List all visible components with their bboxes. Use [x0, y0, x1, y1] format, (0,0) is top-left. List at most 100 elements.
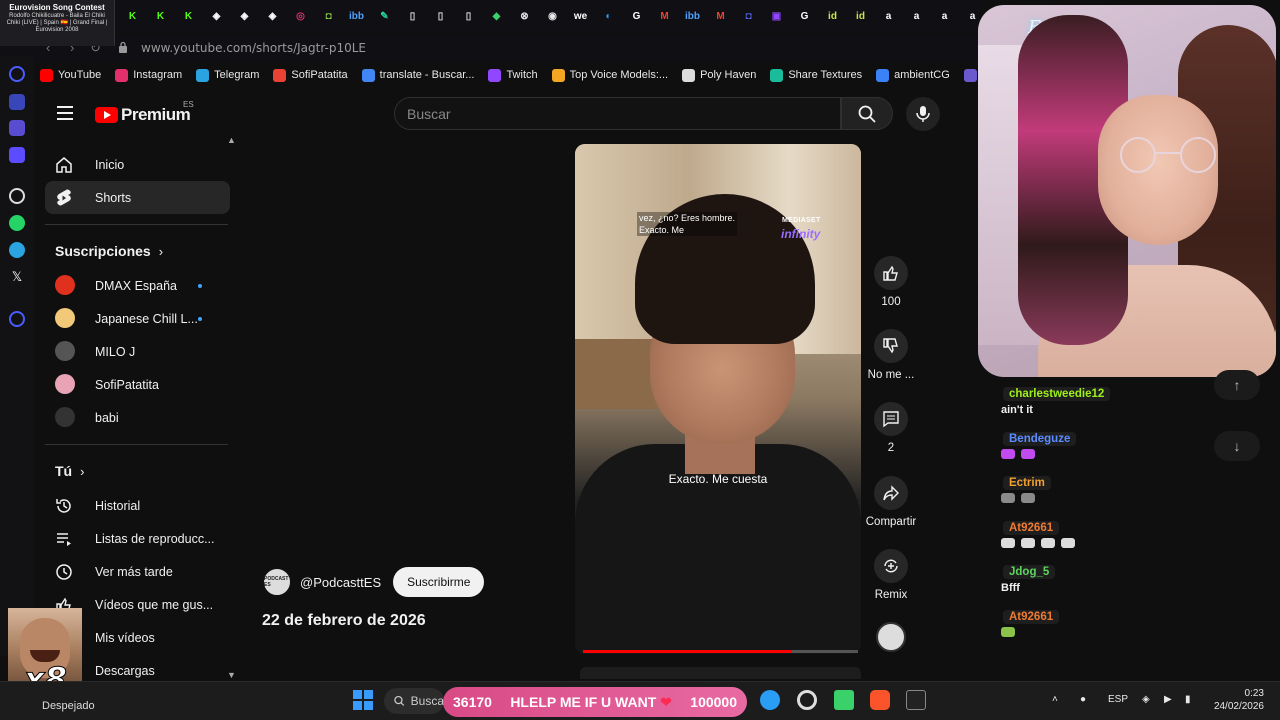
discord-icon[interactable]: ◘: [738, 6, 759, 26]
doc-icon[interactable]: ▯: [458, 6, 479, 26]
id-icon[interactable]: id: [850, 6, 871, 26]
sound-thumbnail[interactable]: [876, 622, 906, 652]
subscription-item[interactable]: SofiPatatita: [45, 368, 230, 401]
share-button[interactable]: [874, 476, 908, 510]
like-button[interactable]: [874, 256, 908, 290]
next-short-preview[interactable]: [580, 667, 861, 679]
x-icon[interactable]: 𝕏: [9, 269, 25, 285]
overwatch-icon[interactable]: ⊗: [514, 6, 535, 26]
taskbar-app-brave-icon[interactable]: [870, 690, 890, 710]
subscription-item[interactable]: Japanese Chill L...: [45, 302, 230, 335]
chatgpt-icon[interactable]: [9, 188, 25, 204]
bookmark-item[interactable]: Top Voice Models:...: [551, 68, 668, 82]
volume-icon[interactable]: ▶: [1164, 694, 1172, 705]
taskbar-app-epic-icon[interactable]: [906, 690, 926, 710]
gmail-icon[interactable]: M: [710, 6, 731, 26]
youtube-logo[interactable]: Premium: [95, 105, 191, 125]
gem-icon[interactable]: ◆: [486, 6, 507, 26]
opera-icon[interactable]: ◉: [542, 6, 563, 26]
taskbar-app-globe-icon[interactable]: [760, 690, 780, 710]
we-icon[interactable]: we: [570, 6, 591, 26]
sidebar-item-inicio[interactable]: Inicio: [45, 148, 230, 181]
weather-widget[interactable]: Despejado: [42, 700, 95, 712]
kick-icon[interactable]: K: [178, 6, 199, 26]
subscriptions-heading[interactable]: Suscripciones ›: [45, 233, 230, 269]
unity-icon[interactable]: ◈: [234, 6, 255, 26]
bookmark-item[interactable]: Poly Haven: [682, 68, 756, 82]
chat-username[interactable]: At92661: [1003, 520, 1060, 535]
taskbar-app-gem-icon[interactable]: [834, 690, 854, 710]
chat-username[interactable]: charlestweedie12: [1003, 387, 1111, 401]
short-video-player[interactable]: vez, ¿no? Eres hombre. Exacto. Me MEDIAS…: [575, 144, 861, 654]
sidebar-item-history[interactable]: Historial: [45, 489, 230, 522]
sidebar-item-clock[interactable]: Ver más tarde: [45, 555, 230, 588]
unity-icon[interactable]: ◈: [262, 6, 283, 26]
doc-icon[interactable]: ▯: [430, 6, 451, 26]
stripes-dock-icon[interactable]: [9, 120, 25, 136]
unity-icon[interactable]: ◈: [206, 6, 227, 26]
m-dock-icon[interactable]: [9, 147, 25, 163]
bookmark-item[interactable]: YouTube: [40, 68, 101, 82]
voice-search-button[interactable]: [906, 97, 940, 131]
amazon-icon[interactable]: a: [934, 6, 955, 26]
id-icon[interactable]: id: [822, 6, 843, 26]
url-field[interactable]: www.youtube.com/shorts/Jagtr-p10LE: [141, 41, 366, 55]
globe-icon[interactable]: ◐: [598, 6, 619, 26]
sound-action[interactable]: [862, 622, 920, 652]
chat-username[interactable]: Jdog_5: [1003, 565, 1056, 579]
doc-icon[interactable]: ▯: [402, 6, 423, 26]
clock-dock-icon[interactable]: [9, 311, 25, 327]
ibb-icon[interactable]: ibb: [682, 6, 703, 26]
taskbar-app-obs-icon[interactable]: [797, 690, 817, 710]
remix-action[interactable]: Remix: [862, 549, 920, 601]
taskbar-clock[interactable]: 0:23 24/02/2026: [1212, 687, 1264, 713]
chat-username[interactable]: Ectrim: [1003, 476, 1051, 490]
whatsapp-icon[interactable]: [9, 215, 25, 231]
sidebar-scroll-down-icon[interactable]: ▼: [227, 670, 236, 680]
edit-icon[interactable]: ✎: [374, 6, 395, 26]
google-icon[interactable]: G: [794, 6, 815, 26]
sidebar-item-playlist[interactable]: Listas de reproducc...: [45, 522, 230, 555]
menu-icon[interactable]: [57, 106, 73, 120]
tray-language[interactable]: ESP: [1108, 694, 1128, 705]
kick-icon[interactable]: K: [150, 6, 171, 26]
discord-icon[interactable]: ◘: [318, 6, 339, 26]
search-button[interactable]: [841, 97, 893, 130]
wifi-icon[interactable]: ◈: [1142, 694, 1150, 705]
telegram-icon[interactable]: [9, 242, 25, 258]
subscription-item[interactable]: DMAX España: [45, 269, 230, 302]
sidebar-scroll-up-icon[interactable]: ▲: [227, 135, 236, 145]
remix-button[interactable]: [874, 549, 908, 583]
bookmark-item[interactable]: Instagram: [115, 68, 182, 82]
like-action[interactable]: 100: [862, 256, 920, 308]
bookmark-item[interactable]: Telegram: [196, 68, 259, 82]
chat-username[interactable]: Bendeguze: [1003, 431, 1077, 446]
instagram-icon[interactable]: ◎: [290, 6, 311, 26]
chat-username[interactable]: At92661: [1003, 609, 1060, 624]
bookmark-item[interactable]: Share Textures: [770, 68, 862, 82]
subscription-item[interactable]: babi: [45, 401, 230, 434]
google-icon[interactable]: G: [626, 6, 647, 26]
app-dock-icon[interactable]: [9, 94, 25, 110]
video-progress-bar[interactable]: [583, 650, 858, 653]
share-action[interactable]: Compartir: [862, 476, 920, 528]
bookmark-item[interactable]: translate - Buscar...: [361, 68, 474, 82]
bookmark-item[interactable]: ambientCG: [876, 68, 950, 82]
comments-button[interactable]: [874, 402, 908, 436]
subscription-item[interactable]: MILO J: [45, 335, 230, 368]
kick-icon[interactable]: K: [122, 6, 143, 26]
you-heading[interactable]: Tú ›: [45, 453, 230, 489]
amazon-icon[interactable]: a: [878, 6, 899, 26]
windows-start-icon[interactable]: [353, 690, 373, 710]
twitch-icon[interactable]: ▣: [766, 6, 787, 26]
channel-name[interactable]: @PodcasttES: [300, 575, 381, 590]
comments-action[interactable]: 2: [862, 402, 920, 454]
ibb-icon[interactable]: ibb: [346, 6, 367, 26]
bookmark-item[interactable]: SofiPatatita: [273, 68, 348, 82]
dislike-action[interactable]: No me ...: [862, 329, 920, 381]
taskbar-search[interactable]: Busca: [384, 688, 444, 714]
battery-icon[interactable]: ▮: [1185, 694, 1191, 705]
amazon-icon[interactable]: a: [906, 6, 927, 26]
tray-microphone-icon[interactable]: ●: [1080, 694, 1086, 705]
refresh-dock-icon[interactable]: [9, 66, 25, 82]
